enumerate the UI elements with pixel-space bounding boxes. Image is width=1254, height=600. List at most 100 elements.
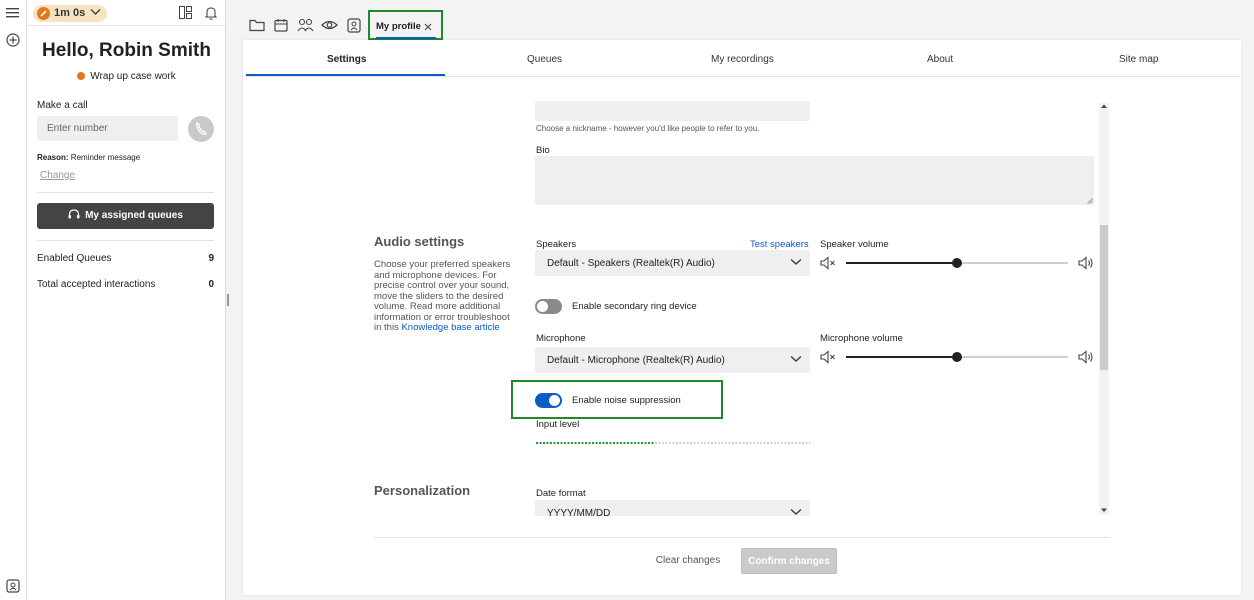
nickname-input[interactable] [535, 101, 810, 121]
tab-my-profile-label: My profile [376, 21, 421, 32]
date-format-select-clip: YYYY/MM/DD [535, 500, 810, 516]
clear-changes-button[interactable]: Clear changes [648, 548, 728, 574]
nickname-help: Choose a nickname - however you'd like p… [536, 124, 760, 133]
toggle-knob [549, 395, 560, 406]
divider [37, 240, 214, 241]
contact-card-icon[interactable] [6, 579, 20, 593]
calendar-icon[interactable] [274, 18, 292, 36]
team-icon[interactable] [297, 18, 315, 36]
my-assigned-queues-label: My assigned queues [85, 210, 183, 221]
menu-icon[interactable] [6, 7, 20, 19]
change-reason-link[interactable]: Change [40, 170, 75, 181]
secondary-ring-label: Enable secondary ring device [572, 301, 697, 312]
date-format-selected-value: YYYY/MM/DD [547, 508, 611, 516]
phone-number-input[interactable]: Enter number [37, 116, 178, 141]
stat-total-accepted: Total accepted interactions 0 [37, 279, 214, 290]
confirm-changes-button[interactable]: Confirm changes [741, 548, 837, 574]
slider-handle[interactable] [952, 352, 962, 362]
microphone-volume-label: Microphone volume [820, 333, 903, 344]
stat-label: Enabled Queues [37, 253, 112, 264]
phone-icon [196, 121, 207, 135]
reason-value: Reminder message [70, 153, 141, 162]
speaker-volume-slider[interactable] [846, 258, 1068, 268]
chevron-down-icon[interactable] [90, 8, 101, 16]
stat-enabled-queues: Enabled Queues 9 [37, 253, 214, 264]
agent-status[interactable]: Wrap up case work [27, 71, 226, 82]
bio-label: Bio [536, 145, 550, 156]
tab-site-map[interactable]: Site map [1119, 54, 1158, 65]
microphone-label: Microphone [536, 333, 586, 344]
timer-value: 1m 0s [54, 7, 86, 19]
profile-card: Settings Queues My recordings About Site… [243, 40, 1241, 595]
date-format-select[interactable]: YYYY/MM/DD [535, 500, 810, 516]
my-assigned-queues-button[interactable]: My assigned queues [37, 203, 214, 229]
chevron-down-icon [790, 509, 802, 515]
footer-divider [374, 537, 1110, 538]
layout-icon[interactable] [179, 6, 192, 19]
personalization-title: Personalization [374, 483, 471, 498]
stat-value: 0 [208, 279, 214, 290]
tab-queues[interactable]: Queues [527, 54, 562, 65]
speakers-label: Speakers [536, 239, 577, 250]
call-button[interactable] [188, 116, 214, 142]
panel-resize-handle[interactable] [227, 294, 229, 306]
microphone-volume-icon[interactable] [1078, 350, 1094, 364]
speaker-volume-icon[interactable] [1078, 256, 1094, 270]
greeting: Hello, Robin Smith [42, 40, 211, 61]
microphone-volume-slider[interactable] [846, 352, 1068, 362]
scrollbar-thumb[interactable] [1100, 225, 1108, 370]
meter-fill [536, 442, 654, 444]
tab-my-profile[interactable]: My profile [368, 10, 443, 40]
tab-settings[interactable]: Settings [327, 54, 366, 65]
stat-value: 9 [208, 253, 214, 264]
agent-topbar: 1m 0s [27, 0, 226, 26]
toggle-knob [537, 301, 548, 312]
eye-icon[interactable] [321, 18, 339, 36]
slider-fill [846, 356, 957, 358]
headset-icon [68, 209, 80, 219]
agent-panel: 1m 0s Hello, Robin Smith Wrap up case wo… [27, 0, 226, 600]
tabs-divider [243, 76, 1241, 77]
test-speakers-link[interactable]: Test speakers [750, 239, 809, 250]
close-icon[interactable] [424, 23, 432, 31]
slider-handle[interactable] [952, 258, 962, 268]
scroll-down-icon[interactable] [1101, 508, 1107, 513]
knowledge-base-link[interactable]: Knowledge base article [401, 322, 499, 333]
slider-fill [846, 262, 957, 264]
agent-status-label: Wrap up case work [90, 71, 176, 82]
microphone-mute-icon[interactable] [820, 350, 836, 364]
reason-line: Reason: Reminder message [37, 153, 140, 162]
secondary-ring-toggle[interactable] [535, 299, 562, 314]
bio-textarea[interactable] [535, 156, 1094, 205]
tab-my-recordings[interactable]: My recordings [711, 54, 774, 65]
audio-settings-title: Audio settings [374, 234, 465, 249]
resize-grip-icon[interactable] [1087, 198, 1093, 204]
speakers-select[interactable]: Default - Speakers (Realtek(R) Audio) [535, 250, 810, 276]
folder-icon[interactable] [249, 18, 267, 36]
chevron-down-icon [790, 356, 802, 362]
chevron-down-icon [790, 259, 802, 265]
tab-about[interactable]: About [927, 54, 953, 65]
divider [37, 192, 214, 193]
speaker-mute-icon[interactable] [820, 256, 836, 270]
tab-active-indicator [376, 37, 436, 39]
input-level-meter [536, 442, 810, 444]
status-dot-icon [37, 7, 50, 20]
noise-suppression-toggle[interactable] [535, 393, 562, 408]
speakers-selected-value: Default - Speakers (Realtek(R) Audio) [547, 258, 715, 269]
microphone-select[interactable]: Default - Microphone (Realtek(R) Audio) [535, 347, 810, 373]
speaker-volume-label: Speaker volume [820, 239, 889, 250]
input-level-label: Input level [536, 419, 580, 430]
app-rail [0, 0, 27, 600]
bell-icon[interactable] [205, 6, 217, 20]
reason-label: Reason: [37, 153, 69, 162]
microphone-selected-value: Default - Microphone (Realtek(R) Audio) [547, 355, 725, 366]
scroll-up-icon[interactable] [1101, 104, 1107, 109]
audio-settings-description: Choose your preferred speakers and micro… [374, 259, 516, 334]
stat-label: Total accepted interactions [37, 279, 156, 290]
status-dot-icon [77, 72, 86, 80]
date-format-label: Date format [536, 488, 586, 499]
make-call-label: Make a call [37, 100, 88, 111]
contact-card-icon[interactable] [347, 18, 365, 36]
add-icon[interactable] [6, 33, 20, 47]
